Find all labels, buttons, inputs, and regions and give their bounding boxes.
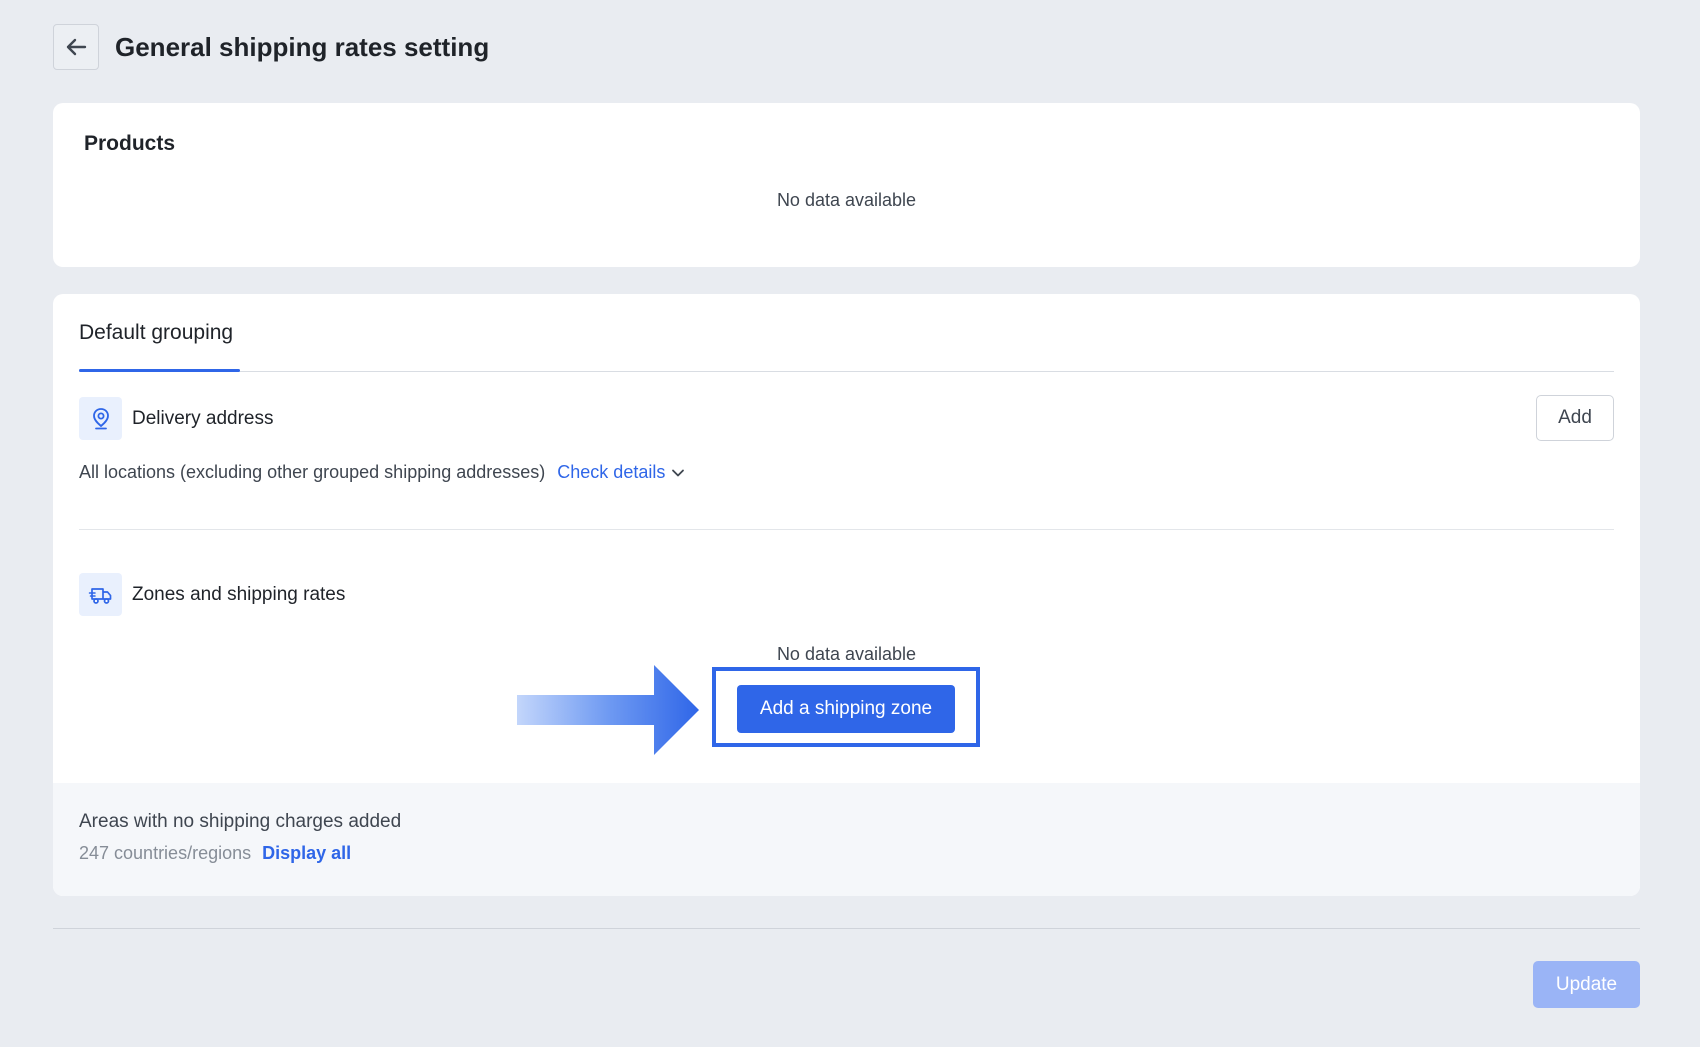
- page-title: General shipping rates setting: [115, 31, 490, 62]
- tab-default-grouping[interactable]: Default grouping: [79, 321, 233, 345]
- zones-header: Zones and shipping rates: [79, 573, 345, 616]
- zones-empty-text: No data available: [776, 644, 917, 664]
- delivery-address-label: Delivery address: [132, 407, 274, 429]
- areas-title: Areas with no shipping charges added: [79, 811, 402, 832]
- display-all-link[interactable]: Display all: [262, 843, 351, 864]
- locations-line: All locations (excluding other grouped s…: [79, 462, 685, 483]
- page-header: General shipping rates setting: [53, 24, 489, 70]
- add-delivery-address-button[interactable]: Add: [1536, 395, 1614, 441]
- delivery-truck-icon: [79, 573, 122, 616]
- areas-line: 247 countries/regions Display all: [79, 843, 351, 864]
- arrow-left-icon: [66, 38, 87, 56]
- location-pin-icon: [79, 397, 122, 440]
- chevron-down-icon: [672, 469, 685, 476]
- products-card: Products No data available: [53, 103, 1640, 267]
- active-tab-indicator: [79, 369, 240, 372]
- delivery-address-header: Delivery address: [79, 397, 274, 440]
- areas-count: 247 countries/regions: [79, 843, 252, 863]
- page-divider: [53, 928, 1640, 929]
- products-empty-text: No data available: [776, 190, 917, 210]
- products-title: Products: [84, 132, 176, 155]
- back-button[interactable]: [53, 24, 99, 70]
- no-shipping-areas-section: Areas with no shipping charges added 247…: [53, 783, 1640, 896]
- default-grouping-card: Default grouping Delivery address Add Al…: [53, 294, 1640, 896]
- tab-divider: [79, 371, 1614, 372]
- zones-label: Zones and shipping rates: [132, 583, 346, 605]
- locations-text: All locations (excluding other grouped s…: [79, 462, 546, 482]
- check-details-label: Check details: [557, 462, 666, 482]
- arrow-pointer-icon: [517, 665, 699, 755]
- update-button[interactable]: Update: [1533, 961, 1640, 1008]
- check-details-link[interactable]: Check details: [557, 462, 685, 483]
- section-divider: [79, 529, 1614, 530]
- add-shipping-zone-button[interactable]: Add a shipping zone: [737, 685, 955, 733]
